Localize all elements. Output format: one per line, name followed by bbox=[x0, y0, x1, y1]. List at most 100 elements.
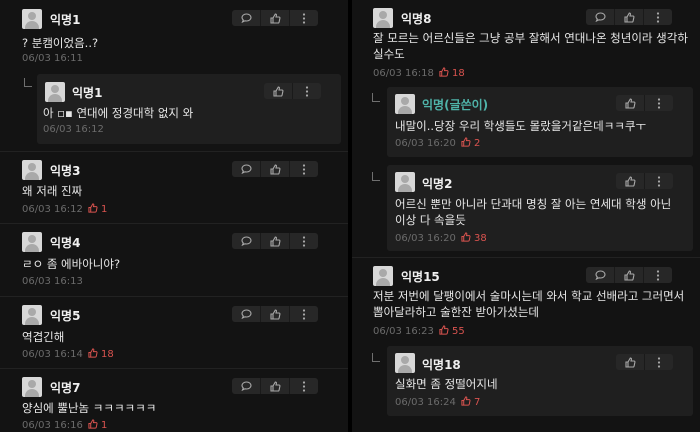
comment-meta: 06/03 16:12 1 bbox=[22, 203, 107, 215]
more-button[interactable] bbox=[645, 95, 673, 111]
comment-item: 익명4 ㄹㅇ 좀 에바아니야? 06/03 16:13 bbox=[0, 225, 348, 295]
more-button[interactable] bbox=[645, 354, 673, 370]
comment-author-op: 익명(글쓴이) bbox=[422, 98, 489, 112]
divider bbox=[0, 151, 348, 152]
comment-time: 06/03 16:20 bbox=[395, 233, 456, 244]
thumbs-up-icon bbox=[624, 175, 635, 187]
like-button[interactable] bbox=[615, 9, 644, 25]
comment-button[interactable] bbox=[232, 10, 261, 26]
like-count-value: 18 bbox=[101, 349, 114, 360]
comment-time: 06/03 16:11 bbox=[22, 53, 83, 64]
comment-meta: 06/03 16:18 18 bbox=[373, 67, 465, 79]
more-button[interactable] bbox=[290, 10, 318, 26]
more-button[interactable] bbox=[290, 161, 318, 177]
comment-actions bbox=[232, 306, 318, 322]
comment-button[interactable] bbox=[232, 378, 261, 394]
more-icon bbox=[302, 12, 306, 24]
like-count-value: 7 bbox=[474, 397, 481, 408]
more-icon bbox=[657, 97, 661, 109]
like-button[interactable] bbox=[261, 161, 290, 177]
comment-author: 익명1 bbox=[72, 86, 103, 100]
comment-meta: 06/03 16:14 18 bbox=[22, 348, 114, 360]
thumbs-up-icon bbox=[272, 85, 283, 97]
reply-arrow-icon bbox=[24, 78, 32, 87]
comment-actions bbox=[232, 161, 318, 177]
comment-time: 06/03 16:13 bbox=[22, 276, 83, 287]
more-button[interactable] bbox=[645, 173, 673, 189]
like-count-value: 18 bbox=[452, 68, 465, 79]
comment-meta: 06/03 16:11 bbox=[22, 53, 83, 64]
avatar bbox=[395, 353, 415, 373]
comment-actions bbox=[232, 233, 318, 249]
more-button[interactable] bbox=[644, 267, 672, 283]
like-button[interactable] bbox=[616, 173, 645, 189]
more-button[interactable] bbox=[290, 306, 318, 322]
thumbs-up-icon bbox=[88, 419, 98, 429]
comment-button[interactable] bbox=[232, 306, 261, 322]
comment-actions bbox=[616, 95, 673, 111]
thumbs-up-icon bbox=[269, 308, 280, 320]
comment-button[interactable] bbox=[232, 161, 261, 177]
like-button[interactable] bbox=[615, 267, 644, 283]
more-icon bbox=[656, 269, 660, 281]
comment-actions bbox=[616, 173, 673, 189]
comment-meta: 06/03 16:20 38 bbox=[395, 232, 487, 244]
more-button[interactable] bbox=[644, 9, 672, 25]
thumbs-up-icon bbox=[461, 396, 471, 406]
reply-arrow-icon bbox=[372, 172, 380, 181]
comment-item: 익명1 ? 분캠이었음..? 06/03 16:11 bbox=[0, 0, 348, 72]
more-icon bbox=[302, 308, 306, 320]
comment-button[interactable] bbox=[586, 267, 615, 283]
like-count-value: 2 bbox=[474, 138, 481, 149]
comment-text: ㄹㅇ 좀 에바아니야? bbox=[22, 257, 121, 271]
comment-icon bbox=[240, 236, 252, 246]
like-button[interactable] bbox=[261, 378, 290, 394]
more-button[interactable] bbox=[290, 378, 318, 394]
comment-text: 양심에 뿔난놈 ㅋㅋㅋㅋㅋㅋ bbox=[22, 401, 157, 415]
more-button[interactable] bbox=[290, 233, 318, 249]
avatar bbox=[45, 82, 65, 102]
reply-item: 익명18 실화면 좀 정떨어지네 06/03 16:24 7 bbox=[387, 346, 693, 416]
like-count: 1 bbox=[88, 203, 107, 215]
comment-meta: 06/03 16:20 2 bbox=[395, 137, 480, 149]
comment-time: 06/03 16:20 bbox=[395, 138, 456, 149]
like-button[interactable] bbox=[264, 83, 293, 99]
avatar bbox=[22, 160, 42, 180]
thumbs-up-icon bbox=[88, 203, 98, 213]
like-button[interactable] bbox=[261, 10, 290, 26]
comment-text: 저분 저번에 달팽이에서 술마시는데 와서 학교 선배라고 그러면서 뽑아달라하… bbox=[373, 289, 685, 319]
comment-icon bbox=[240, 13, 252, 23]
thumbs-up-icon bbox=[624, 97, 635, 109]
like-count-value: 55 bbox=[452, 326, 465, 337]
more-button[interactable] bbox=[293, 83, 321, 99]
comment-item: 익명5 역겹긴해 06/03 16:14 18 bbox=[0, 298, 348, 368]
comment-actions bbox=[586, 267, 672, 283]
avatar bbox=[22, 377, 42, 397]
like-button[interactable] bbox=[616, 354, 645, 370]
comment-meta: 06/03 16:13 bbox=[22, 276, 83, 287]
avatar bbox=[22, 9, 42, 29]
comment-actions bbox=[586, 9, 672, 25]
avatar bbox=[373, 8, 393, 28]
thumbs-up-icon bbox=[439, 325, 449, 335]
comment-icon bbox=[594, 12, 606, 22]
comment-icon bbox=[594, 270, 606, 280]
thumbs-up-icon bbox=[624, 356, 635, 368]
like-button[interactable] bbox=[261, 306, 290, 322]
like-button[interactable] bbox=[616, 95, 645, 111]
comment-author: 익명15 bbox=[401, 270, 440, 284]
like-button[interactable] bbox=[261, 233, 290, 249]
comment-button[interactable] bbox=[232, 233, 261, 249]
comment-text: 어르신 뿐만 아니라 단과대 명칭 잘 아는 연세대 학생 아닌 이상 다 속을… bbox=[395, 197, 672, 227]
right-comment-panel: 익명8 잘 모르는 어르신들은 그냥 공부 잘해서 연대나온 청년이라 생각하실… bbox=[352, 0, 700, 432]
comment-button[interactable] bbox=[586, 9, 615, 25]
comment-text: ? 분캠이었음..? bbox=[22, 36, 99, 50]
like-count-value: 38 bbox=[474, 233, 487, 244]
avatar bbox=[22, 305, 42, 325]
comment-actions bbox=[616, 354, 673, 370]
comment-author: 익명2 bbox=[422, 177, 453, 191]
divider bbox=[0, 368, 348, 369]
comment-time: 06/03 16:23 bbox=[373, 326, 434, 337]
thumbs-up-icon bbox=[269, 12, 280, 24]
more-icon bbox=[302, 380, 306, 392]
